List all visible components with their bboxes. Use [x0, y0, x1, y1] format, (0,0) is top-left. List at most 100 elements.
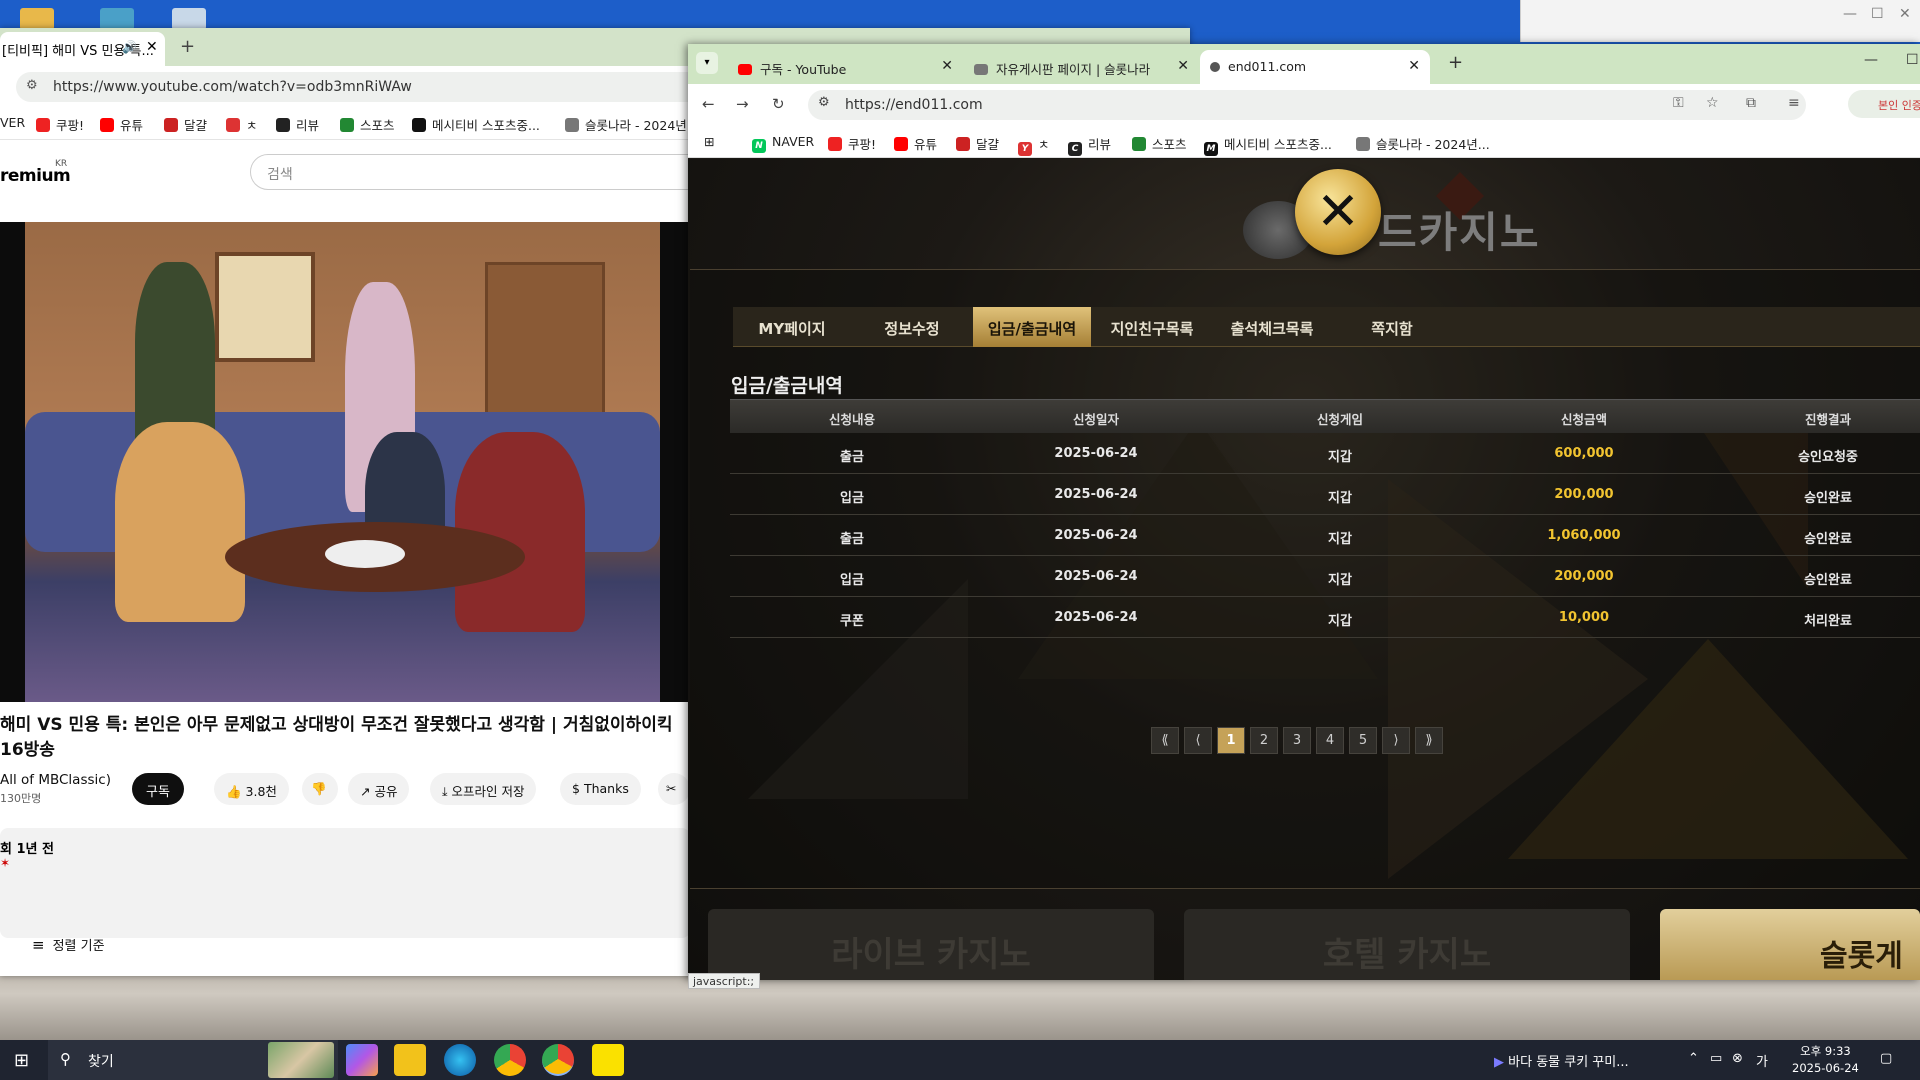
close-tab-icon[interactable]: ✕: [1177, 58, 1189, 74]
maximize-icon[interactable]: ☐: [1871, 6, 1884, 22]
like-button[interactable]: 👍 3.8천: [214, 773, 289, 805]
share-button[interactable]: ↗ 공유: [348, 773, 410, 805]
network-icon[interactable]: ▭: [1710, 1051, 1722, 1066]
bookmark-item[interactable]: 유튜: [894, 134, 937, 153]
close-tab-icon[interactable]: ✕: [1408, 58, 1420, 74]
edge-icon[interactable]: [444, 1044, 476, 1076]
media-control-icon[interactable]: ≡: [1788, 95, 1800, 111]
close-icon[interactable]: ✕: [1899, 6, 1911, 22]
page-2[interactable]: 2: [1250, 727, 1278, 754]
bookmark-item[interactable]: 쿠팡!: [828, 134, 876, 153]
media-widget[interactable]: ▶ 바다 동물 쿠키 꾸미...: [1494, 1051, 1629, 1070]
dislike-button[interactable]: 👎: [302, 773, 338, 805]
forward-icon[interactable]: →: [736, 95, 749, 113]
new-tab-icon[interactable]: +: [180, 36, 195, 57]
close-popup-button[interactable]: ✕: [1295, 169, 1381, 255]
site-info-icon[interactable]: ⚙: [26, 78, 38, 93]
tab-youtube-video[interactable]: [티비픽] 해미 VS 민용 특... 🔊 ✕: [0, 32, 165, 66]
menu-attendance[interactable]: 출석체크목록: [1213, 307, 1331, 347]
menu-messages[interactable]: 쪽지함: [1333, 307, 1451, 347]
search-input[interactable]: 검색: [250, 154, 700, 190]
page-1[interactable]: 1: [1217, 727, 1245, 754]
bookmark-item[interactable]: 슬롯나라 - 2024년...: [1356, 134, 1490, 153]
bookmark-item[interactable]: 리뷰: [276, 115, 319, 134]
description-box[interactable]: 회 1년 전 ✶: [0, 828, 690, 938]
chevron-up-icon[interactable]: ⌃: [1688, 1051, 1699, 1066]
last-page-button[interactable]: ⟫: [1415, 727, 1443, 754]
new-tab-icon[interactable]: +: [1448, 52, 1463, 73]
bookmark-item[interactable]: 유튜: [100, 115, 143, 134]
bookmark-item[interactable]: VER: [0, 115, 25, 130]
channel-name[interactable]: All of MBClassic): [0, 772, 111, 788]
menu-edit-info[interactable]: 정보수정: [853, 307, 971, 347]
menu-mypage[interactable]: MY페이지: [733, 307, 851, 347]
windows-start-icon[interactable]: ⊞: [14, 1050, 29, 1071]
bookmark-item[interactable]: 달걀: [164, 115, 207, 134]
desktop-app-icon[interactable]: [100, 8, 134, 30]
menu-friends[interactable]: 지인친구목록: [1093, 307, 1211, 347]
kakaotalk-icon[interactable]: [592, 1044, 624, 1076]
next-page-button[interactable]: ⟩: [1382, 727, 1410, 754]
clock[interactable]: 오후 9:33 2025-06-24: [1792, 1043, 1859, 1077]
clip-button[interactable]: ✂: [658, 773, 690, 805]
reload-icon[interactable]: ↻: [772, 95, 785, 113]
page-3[interactable]: 3: [1283, 727, 1311, 754]
bookmark-item[interactable]: N NAVER: [752, 134, 814, 153]
bookmark-item[interactable]: M 메시티비 스포츠중...: [1204, 134, 1332, 156]
page-5[interactable]: 5: [1349, 727, 1377, 754]
download-button[interactable]: ⤓ 오프라인 저장: [430, 773, 537, 805]
bookmark-item[interactable]: C 리뷰: [1068, 134, 1111, 156]
bookmark-item[interactable]: 스포츠: [1132, 134, 1187, 153]
sticky-notes-icon[interactable]: [394, 1044, 426, 1076]
taskbar-search[interactable]: ⚲ 찾기: [48, 1040, 338, 1080]
key-icon[interactable]: ⚿: [1673, 95, 1684, 111]
apps-icon[interactable]: ⊞: [704, 134, 714, 149]
copilot-icon[interactable]: [346, 1044, 378, 1076]
tab-slotnara[interactable]: 자유게시판 페이지 | 슬롯나라 ✕: [964, 50, 1199, 84]
page-4[interactable]: 4: [1316, 727, 1344, 754]
bookmark-item[interactable]: Yㅊ: [1018, 134, 1050, 156]
video-player[interactable]: [0, 222, 690, 702]
youtube-logo[interactable]: remium: [0, 166, 71, 186]
folder-icon[interactable]: [20, 8, 54, 30]
back-icon[interactable]: ←: [702, 95, 715, 113]
subscribe-button[interactable]: 구독: [132, 773, 184, 805]
menu-transactions[interactable]: 입금/출금내역: [973, 307, 1091, 347]
bookmark-item[interactable]: 쿠팡!: [36, 115, 84, 134]
bookmark-item[interactable]: 달걀: [956, 134, 999, 153]
maximize-icon[interactable]: ☐: [1906, 52, 1919, 68]
ime-icon[interactable]: 가: [1756, 1051, 1768, 1070]
bookmark-item[interactable]: 슬롯나라 - 2024년...: [565, 115, 699, 134]
promo-live-casino[interactable]: 라이브 카지노: [708, 909, 1154, 980]
recycle-bin-icon[interactable]: [172, 8, 206, 30]
close-tab-icon[interactable]: ✕: [146, 39, 158, 55]
thanks-button[interactable]: $ Thanks: [560, 773, 641, 805]
url-text[interactable]: https://end011.com: [845, 97, 983, 113]
url-text[interactable]: https://www.youtube.com/watch?v=odb3mnRi…: [53, 79, 412, 95]
site-info-icon[interactable]: ⚙: [818, 95, 830, 110]
chrome-profile-icon[interactable]: [542, 1044, 574, 1076]
volume-muted-icon[interactable]: ⊗: [1732, 1051, 1743, 1066]
coupang-icon: [828, 137, 842, 151]
promo-hotel-casino[interactable]: 호텔 카지노: [1184, 909, 1630, 980]
star-icon[interactable]: ☆: [1706, 95, 1719, 111]
chrome-icon[interactable]: [494, 1044, 526, 1076]
extensions-icon[interactable]: ⧉: [1746, 95, 1756, 111]
tab-search-icon[interactable]: ▾: [696, 52, 718, 74]
promo-slot-game[interactable]: 슬롯게: [1660, 909, 1920, 980]
prev-page-button[interactable]: ⟨: [1184, 727, 1212, 754]
close-tab-icon[interactable]: ✕: [941, 58, 953, 74]
speaker-icon[interactable]: 🔊: [122, 40, 137, 54]
bookmark-item[interactable]: 메시티비 스포츠중...: [412, 115, 540, 134]
bookmark-item[interactable]: 스포츠: [340, 115, 395, 134]
notification-icon[interactable]: ▢: [1880, 1051, 1892, 1066]
tab-youtube-subscriptions[interactable]: 구독 - YouTube ✕: [728, 50, 963, 84]
sort-button[interactable]: ≡ 정렬 기준: [32, 935, 105, 954]
tab-end011[interactable]: end011.com ✕: [1200, 50, 1430, 84]
profile-button[interactable]: 본인 인증: [1848, 90, 1920, 118]
minimize-icon[interactable]: —: [1864, 52, 1878, 68]
minimize-icon[interactable]: —: [1843, 6, 1857, 22]
first-page-button[interactable]: ⟪: [1151, 727, 1179, 754]
background-window[interactable]: — ☐ ✕: [1520, 0, 1920, 42]
bookmark-item[interactable]: ㅊ: [226, 115, 258, 134]
